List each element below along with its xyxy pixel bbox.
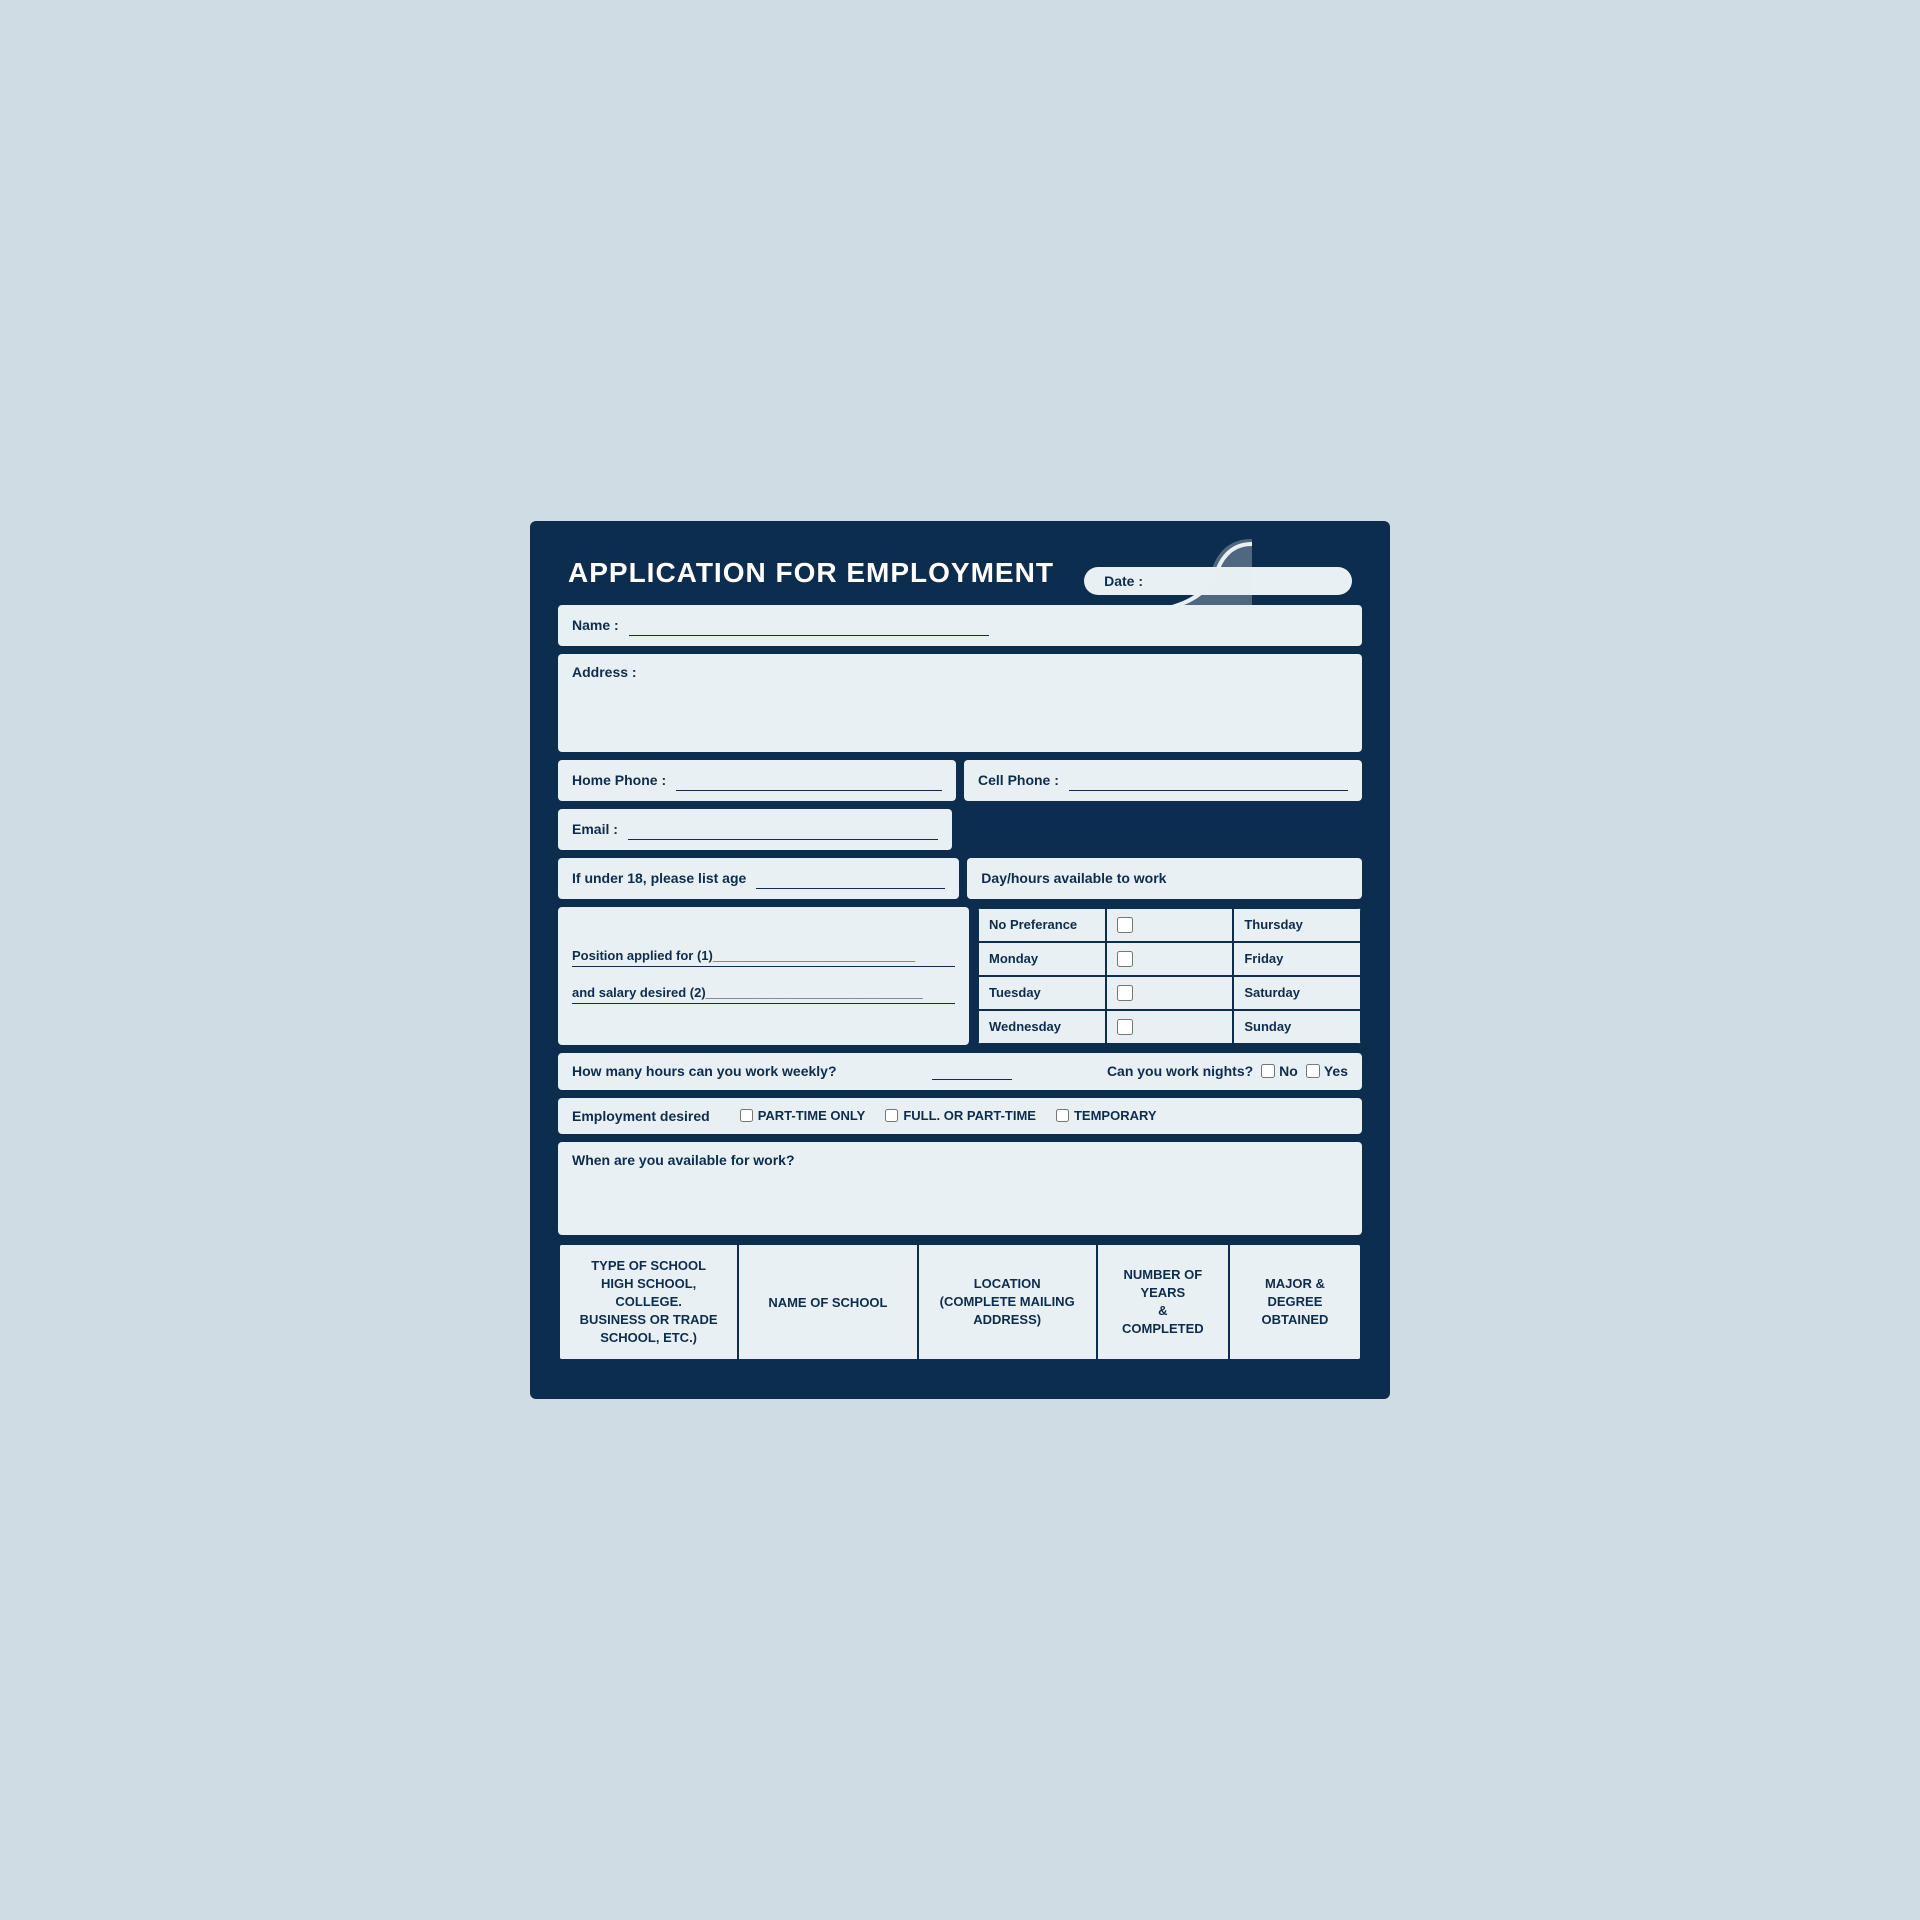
nights-label: Can you work nights? bbox=[1107, 1063, 1253, 1079]
under18-row: If under 18, please list age bbox=[558, 858, 959, 899]
email-input[interactable] bbox=[628, 819, 938, 840]
hours-input[interactable] bbox=[932, 1063, 1012, 1080]
nights-yes-checkbox[interactable] bbox=[1306, 1064, 1320, 1078]
employment-label: Employment desired bbox=[572, 1108, 710, 1124]
schedule-monday: Monday bbox=[978, 942, 1106, 976]
schedule-no-preference-check[interactable] bbox=[1106, 908, 1234, 942]
edu-col5-line3: OBTAINED bbox=[1261, 1311, 1328, 1329]
cell-phone-label: Cell Phone : bbox=[978, 772, 1059, 788]
cell-phone-row: Cell Phone : bbox=[964, 760, 1362, 801]
app-title: APPLICATION FOR EMPLOYMENT bbox=[568, 557, 1054, 589]
schedule-monday-check[interactable] bbox=[1106, 942, 1234, 976]
edu-col5-line1: MAJOR & bbox=[1265, 1275, 1325, 1293]
position-line1: Position applied for (1)________________… bbox=[572, 948, 955, 967]
form-body: Name : Address : Home Phone : Cell Phone… bbox=[548, 605, 1372, 1382]
emp-temporary-checkbox[interactable] bbox=[1056, 1109, 1069, 1122]
edu-col4-line2: YEARS bbox=[1140, 1284, 1185, 1302]
edu-col3-line1: LOCATION bbox=[974, 1275, 1041, 1293]
edu-col-degree: MAJOR & DEGREE OBTAINED bbox=[1230, 1245, 1360, 1360]
nights-section: Can you work nights? No Yes bbox=[1107, 1063, 1348, 1079]
date-label: Date : bbox=[1104, 573, 1143, 589]
edu-col4-line1: NUMBER OF bbox=[1123, 1266, 1202, 1284]
schedule-tuesday: Tuesday bbox=[978, 976, 1106, 1010]
available-box: When are you available for work? bbox=[558, 1142, 1362, 1235]
home-phone-row: Home Phone : bbox=[558, 760, 956, 801]
under18-input[interactable] bbox=[756, 868, 945, 889]
nights-no-checkbox[interactable] bbox=[1261, 1064, 1275, 1078]
emp-part-time-option: PART-TIME ONLY bbox=[740, 1108, 866, 1123]
position-schedule-section: Position applied for (1)________________… bbox=[558, 907, 1362, 1045]
home-phone-label: Home Phone : bbox=[572, 772, 666, 788]
emp-temporary-label: TEMPORARY bbox=[1074, 1108, 1157, 1123]
address-row: Address : bbox=[558, 654, 1362, 752]
nights-yes-label: Yes bbox=[1324, 1063, 1348, 1079]
hours-label: How many hours can you work weekly? bbox=[572, 1063, 837, 1079]
name-row: Name : bbox=[558, 605, 1362, 646]
under18-label: If under 18, please list age bbox=[572, 870, 746, 886]
edu-col3-line2: (Complete mailing address) bbox=[929, 1293, 1086, 1329]
schedule-wednesday: Wednesday bbox=[978, 1010, 1106, 1044]
address-input[interactable] bbox=[572, 682, 1348, 737]
schedule-saturday: Saturday bbox=[1233, 976, 1361, 1010]
schedule-tuesday-check[interactable] bbox=[1106, 976, 1234, 1010]
cell-phone-input[interactable] bbox=[1069, 770, 1348, 791]
address-label: Address : bbox=[572, 664, 637, 680]
edu-col4-line3: & bbox=[1158, 1302, 1167, 1320]
day-hours-row: Day/hours available to work bbox=[967, 858, 1362, 899]
header-section: APPLICATION FOR EMPLOYMENT Date : bbox=[548, 539, 1372, 605]
header-curve-decoration bbox=[1162, 539, 1252, 609]
edu-col1-line1: TYPE OF SCHOOL bbox=[591, 1257, 706, 1275]
home-phone-input[interactable] bbox=[676, 770, 942, 791]
employment-row: Employment desired PART-TIME ONLY FULL. … bbox=[558, 1098, 1362, 1134]
nights-no-group: No bbox=[1261, 1063, 1298, 1079]
emp-full-or-part-option: FULL. OR PART-TIME bbox=[885, 1108, 1036, 1123]
age-dayhours-row: If under 18, please list age Day/hours a… bbox=[558, 858, 1362, 899]
emp-full-or-part-checkbox[interactable] bbox=[885, 1109, 898, 1122]
position-box: Position applied for (1)________________… bbox=[558, 907, 969, 1045]
edu-col4-line4: COMPLETED bbox=[1122, 1320, 1204, 1338]
hours-nights-row: How many hours can you work weekly? Can … bbox=[558, 1053, 1362, 1090]
page-wrapper: APPLICATION FOR EMPLOYMENT Date : Name :… bbox=[530, 521, 1390, 1400]
phone-row: Home Phone : Cell Phone : bbox=[558, 760, 1362, 801]
schedule-grid: No Preferance Thursday Monday Friday Tue… bbox=[977, 907, 1362, 1045]
schedule-friday: Friday bbox=[1233, 942, 1361, 976]
available-label: When are you available for work? bbox=[572, 1152, 795, 1168]
nights-yes-group: Yes bbox=[1306, 1063, 1348, 1079]
name-input[interactable] bbox=[629, 615, 989, 636]
name-label: Name : bbox=[572, 617, 619, 633]
day-hours-label: Day/hours available to work bbox=[981, 870, 1166, 886]
edu-col1-line2: High School, College. bbox=[570, 1275, 727, 1311]
edu-col1-line4: School, etc.) bbox=[600, 1329, 697, 1347]
emp-full-or-part-label: FULL. OR PART-TIME bbox=[903, 1108, 1036, 1123]
schedule-wednesday-check[interactable] bbox=[1106, 1010, 1234, 1044]
schedule-thursday: Thursday bbox=[1233, 908, 1361, 942]
email-label: Email : bbox=[572, 821, 618, 837]
edu-col-school-name: NAME OF SCHOOL bbox=[739, 1245, 918, 1360]
schedule-no-preference: No Preferance bbox=[978, 908, 1106, 942]
emp-part-time-label: PART-TIME ONLY bbox=[758, 1108, 866, 1123]
edu-col1-line3: Business or Trade bbox=[580, 1311, 718, 1329]
edu-col-school-type: TYPE OF SCHOOL High School, College. Bus… bbox=[560, 1245, 739, 1360]
edu-col5-line2: DEGREE bbox=[1267, 1293, 1322, 1311]
emp-temporary-option: TEMPORARY bbox=[1056, 1108, 1157, 1123]
edu-col-years: NUMBER OF YEARS & COMPLETED bbox=[1098, 1245, 1230, 1360]
schedule-sunday: Sunday bbox=[1233, 1010, 1361, 1044]
email-row: Email : bbox=[558, 809, 952, 850]
edu-col-location: LOCATION (Complete mailing address) bbox=[919, 1245, 1098, 1360]
nights-no-label: No bbox=[1279, 1063, 1298, 1079]
education-table: TYPE OF SCHOOL High School, College. Bus… bbox=[558, 1243, 1362, 1362]
emp-part-time-checkbox[interactable] bbox=[740, 1109, 753, 1122]
available-input[interactable] bbox=[572, 1170, 1348, 1220]
position-line2: and salary desired (2)__________________… bbox=[572, 985, 955, 1004]
